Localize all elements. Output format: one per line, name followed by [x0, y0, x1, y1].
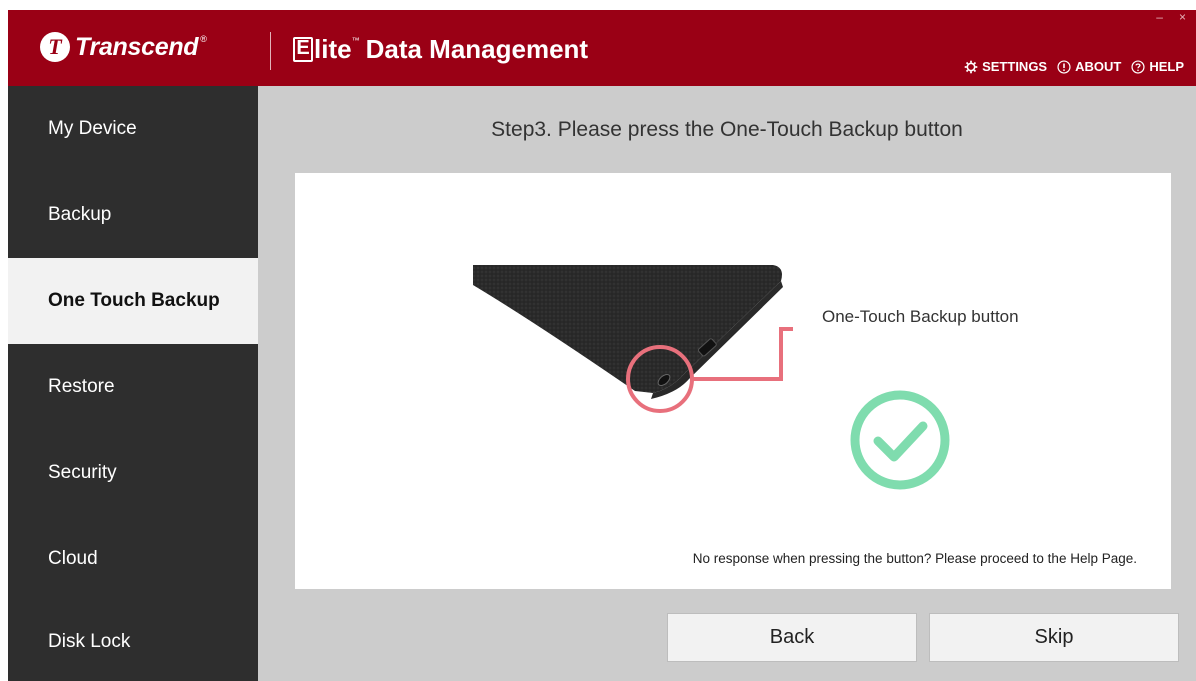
- gear-icon: [964, 60, 978, 73]
- sidebar-item-disk-lock[interactable]: Disk Lock: [8, 602, 258, 681]
- brand-registered-mark: ®: [200, 34, 207, 44]
- sidebar-item-label: Restore: [48, 376, 115, 397]
- elite-logo: E lite: [293, 34, 352, 65]
- sidebar-item-restore[interactable]: Restore: [8, 344, 258, 430]
- app-window: T Transcend ® E lite ™ Data Management –…: [0, 0, 1196, 681]
- settings-link[interactable]: SETTINGS: [964, 59, 1047, 74]
- sidebar-item-one-touch-backup[interactable]: One Touch Backup: [8, 258, 258, 344]
- settings-label: SETTINGS: [982, 59, 1048, 74]
- check-circle-icon: [850, 390, 950, 490]
- about-link[interactable]: ABOUT: [1057, 59, 1121, 74]
- top-links: SETTINGS ABOUT HELP: [964, 59, 1184, 74]
- sidebar-item-label: One Touch Backup: [48, 290, 220, 311]
- elite-logo-mark: E: [293, 37, 313, 62]
- sidebar-item-cloud[interactable]: Cloud: [8, 516, 258, 602]
- about-label: ABOUT: [1075, 59, 1122, 74]
- header-bar: T Transcend ® E lite ™ Data Management –…: [8, 10, 1196, 86]
- header-divider: [270, 32, 271, 70]
- product-title: E lite ™ Data Management: [293, 34, 588, 65]
- main-panel: Step3. Please press the One-Touch Backup…: [258, 86, 1196, 681]
- skip-button[interactable]: Skip: [929, 613, 1179, 662]
- close-button[interactable]: ×: [1179, 10, 1186, 24]
- help-circle-icon: [1131, 59, 1145, 74]
- help-link[interactable]: HELP: [1131, 59, 1184, 74]
- sidebar-item-my-device[interactable]: My Device: [8, 86, 258, 172]
- help-note[interactable]: No response when pressing the button? Pl…: [693, 551, 1137, 566]
- transcend-logo-mark: T: [40, 32, 70, 62]
- drive-illustration: [473, 265, 793, 413]
- step-title: Step3. Please press the One-Touch Backup…: [491, 118, 963, 141]
- sidebar-item-label: Security: [48, 462, 117, 483]
- sidebar-item-label: My Device: [48, 118, 137, 139]
- callout-label: One-Touch Backup button: [822, 307, 1019, 326]
- info-circle-icon: [1057, 59, 1071, 74]
- trademark-mark: ™: [351, 36, 360, 45]
- elite-logo-text: lite: [314, 34, 352, 64]
- sidebar: My Device Backup One Touch Backup Restor…: [8, 86, 258, 681]
- product-name: Data Management: [365, 34, 589, 64]
- back-button[interactable]: Back: [667, 613, 917, 662]
- help-label: HELP: [1149, 59, 1184, 74]
- sidebar-item-security[interactable]: Security: [8, 430, 258, 516]
- sidebar-item-backup[interactable]: Backup: [8, 172, 258, 258]
- instruction-card: One-Touch Backup button No response when…: [295, 173, 1171, 589]
- window-controls: – ×: [1156, 10, 1186, 24]
- sidebar-item-label: Cloud: [48, 548, 98, 569]
- sidebar-item-label: Disk Lock: [48, 630, 131, 652]
- minimize-button[interactable]: –: [1156, 10, 1163, 24]
- sidebar-item-label: Backup: [48, 204, 112, 225]
- brand-name: Transcend: [75, 32, 199, 61]
- transcend-logo: T Transcend ®: [40, 30, 207, 64]
